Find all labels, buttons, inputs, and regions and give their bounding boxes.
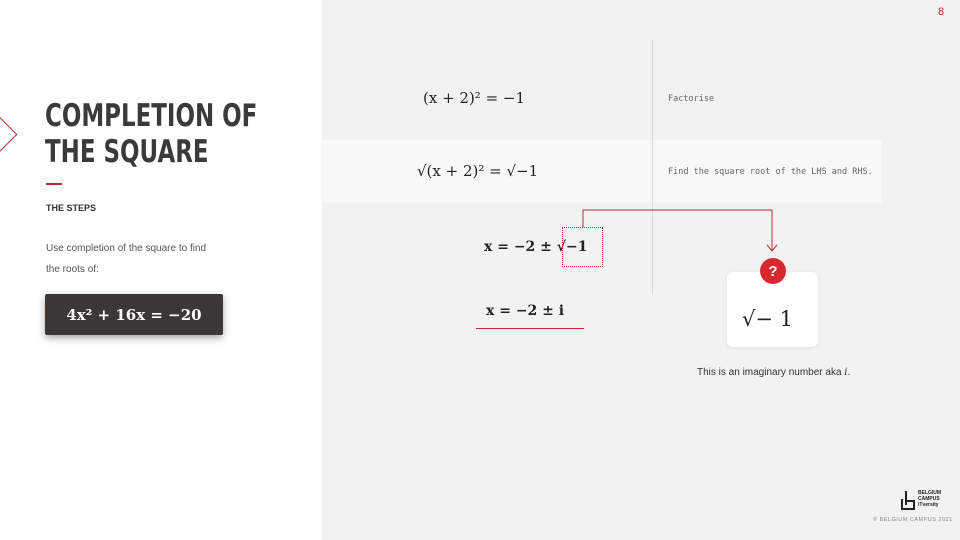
connector-line bbox=[582, 209, 773, 250]
question-icon: ? bbox=[760, 258, 786, 284]
callout-caption: This is an imaginary number aka i. bbox=[697, 367, 850, 378]
copyright-text: © BELGIUM CAMPUS 2021 bbox=[873, 517, 953, 523]
callout-math: √− 1 bbox=[742, 307, 794, 331]
logo-line-3: iTversity bbox=[918, 502, 939, 508]
caption-suffix: . bbox=[847, 367, 851, 378]
logo-text: BELGIUM CAMPUS iTversity bbox=[918, 490, 941, 508]
callout-connector bbox=[582, 209, 778, 252]
caption-prefix: This is an imaginary number aka bbox=[697, 367, 845, 378]
